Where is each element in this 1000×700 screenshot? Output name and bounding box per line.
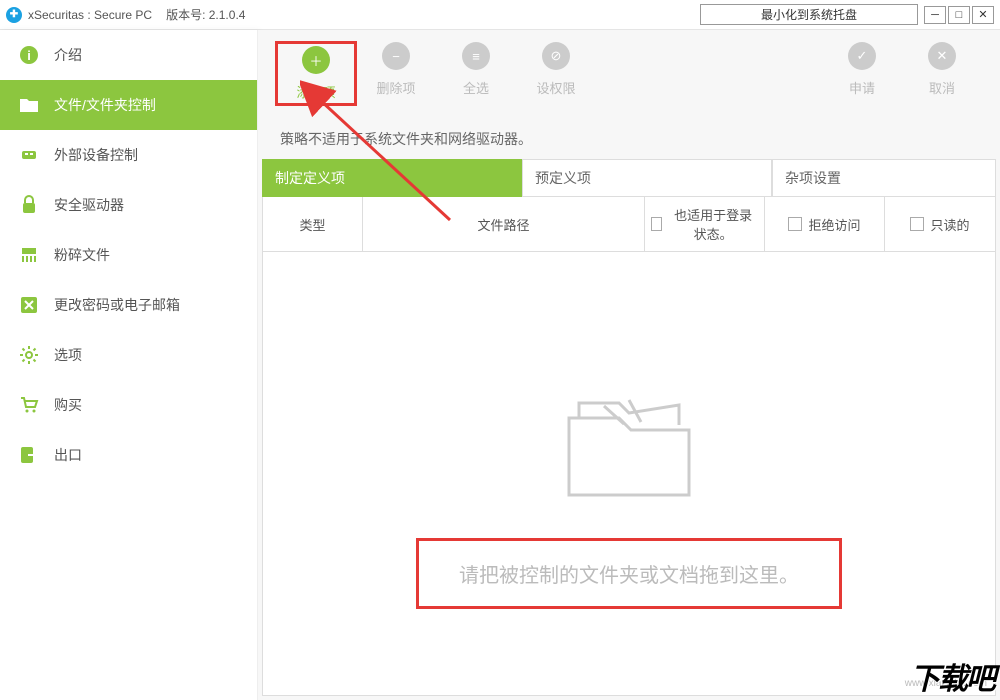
sidebar-item-shred[interactable]: 粉碎文件: [0, 230, 257, 280]
folder-icon: [18, 94, 40, 116]
col-path: 文件路径: [363, 197, 645, 251]
shred-icon: [18, 244, 40, 266]
key-icon: [18, 294, 40, 316]
remove-item-button[interactable]: − 删除项: [356, 42, 436, 105]
denied-icon: ⊘: [542, 42, 570, 70]
version-label: 版本号:: [166, 6, 205, 23]
checkbox[interactable]: [788, 217, 802, 231]
brand-overlay: 下载吧: [910, 654, 994, 698]
tab-custom[interactable]: 制定定义项: [262, 159, 522, 197]
sidebar-item-purchase[interactable]: 购买: [0, 380, 257, 430]
drop-area[interactable]: 请把被控制的文件夹或文档拖到这里。 www.xiazaiba.com: [262, 252, 996, 696]
grid-header: 类型 文件路径 也适用于登录状态。 拒绝访问 只读的: [262, 197, 996, 252]
tab-preset[interactable]: 预定义项: [522, 159, 772, 197]
svg-text:i: i: [27, 48, 31, 63]
col-type: 类型: [263, 197, 363, 251]
drop-message: 请把被控制的文件夹或文档拖到这里。: [416, 538, 842, 609]
info-icon: i: [18, 44, 40, 66]
maximize-button[interactable]: □: [948, 6, 970, 24]
x-icon: ✕: [928, 42, 956, 70]
main-panel: ＋ 添加项 − 删除项 ≡ 全选 ⊘ 设权限 ✓ 申请 ✕ 取消: [258, 30, 1000, 700]
tab-misc[interactable]: 杂项设置: [772, 159, 996, 197]
sidebar-item-exit[interactable]: 出口: [0, 430, 257, 480]
sidebar-item-label: 购买: [54, 395, 82, 415]
sidebar-item-secure-drive[interactable]: 安全驱动器: [0, 180, 257, 230]
apply-button[interactable]: ✓ 申请: [822, 42, 902, 105]
sidebar-item-label: 安全驱动器: [54, 195, 124, 215]
minimize-to-tray-button[interactable]: 最小化到系统托盘: [700, 4, 918, 25]
permissions-button[interactable]: ⊘ 设权限: [516, 42, 596, 105]
cart-icon: [18, 394, 40, 416]
tool-label: 取消: [902, 78, 982, 97]
add-item-button[interactable]: ＋ 添加项: [276, 42, 356, 105]
lock-icon: [18, 194, 40, 216]
toolbar: ＋ 添加项 − 删除项 ≡ 全选 ⊘ 设权限 ✓ 申请 ✕ 取消: [258, 30, 1000, 113]
sidebar-item-intro[interactable]: i 介绍: [0, 30, 257, 80]
tool-label: 全选: [436, 78, 516, 97]
empty-folder-icon: [549, 378, 709, 508]
sidebar-item-file-control[interactable]: 文件/文件夹控制: [0, 80, 257, 130]
sidebar-item-external-device[interactable]: 外部设备控制: [0, 130, 257, 180]
gear-icon: [18, 344, 40, 366]
col-deny: 拒绝访问: [765, 197, 885, 251]
app-icon: ✚: [6, 7, 22, 23]
sidebar-item-label: 介绍: [54, 45, 82, 65]
minus-icon: −: [382, 42, 410, 70]
minimize-button[interactable]: ─: [924, 6, 946, 24]
exit-icon: [18, 444, 40, 466]
sidebar-item-label: 出口: [54, 445, 82, 465]
tool-label: 设权限: [516, 78, 596, 97]
checkbox[interactable]: [651, 217, 662, 231]
policy-description: 策略不适用于系统文件夹和网络驱动器。: [258, 113, 1000, 159]
sidebar-item-change-password[interactable]: 更改密码或电子邮箱: [0, 280, 257, 330]
sidebar-item-label: 粉碎文件: [54, 245, 110, 265]
sidebar: i 介绍 文件/文件夹控制 外部设备控制 安全驱动器 粉碎文件 更改密码或电子邮…: [0, 30, 258, 700]
tool-label: 申请: [822, 78, 902, 97]
col-readonly: 只读的: [885, 197, 995, 251]
plus-icon: ＋: [302, 46, 330, 74]
select-all-button[interactable]: ≡ 全选: [436, 42, 516, 105]
title-bar: ✚ xSecuritas : Secure PC 版本号: 2.1.0.4 最小…: [0, 0, 1000, 30]
sidebar-item-label: 选项: [54, 345, 82, 365]
sidebar-item-options[interactable]: 选项: [0, 330, 257, 380]
tab-bar: 制定定义项 预定义项 杂项设置: [262, 159, 996, 197]
tool-label: 添加项: [276, 82, 356, 101]
sidebar-item-label: 外部设备控制: [54, 145, 138, 165]
col-login: 也适用于登录状态。: [645, 197, 765, 251]
app-title: xSecuritas : Secure PC: [28, 8, 152, 22]
version-value: 2.1.0.4: [209, 8, 246, 22]
cancel-button[interactable]: ✕ 取消: [902, 42, 982, 105]
sidebar-item-label: 更改密码或电子邮箱: [54, 295, 180, 315]
close-button[interactable]: ✕: [972, 6, 994, 24]
checkbox[interactable]: [910, 217, 924, 231]
tool-label: 删除项: [356, 78, 436, 97]
usb-icon: [18, 144, 40, 166]
list-icon: ≡: [462, 42, 490, 70]
check-icon: ✓: [848, 42, 876, 70]
sidebar-item-label: 文件/文件夹控制: [54, 95, 156, 115]
